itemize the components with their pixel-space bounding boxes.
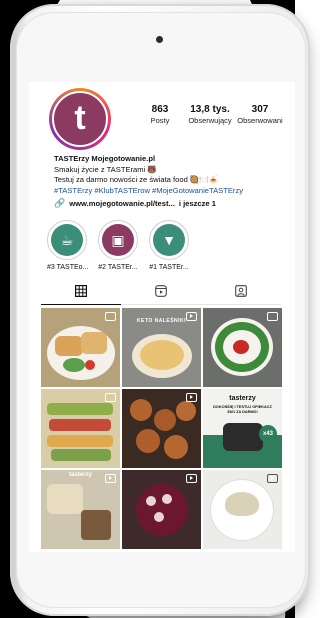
story-ring[interactable]: t bbox=[49, 88, 111, 150]
roll-image bbox=[154, 409, 176, 431]
profile-stats: 863 Posty 13,8 tys. Obserwujący 307 Obse… bbox=[137, 104, 283, 126]
cherry-image bbox=[146, 496, 156, 506]
roll-image bbox=[176, 401, 196, 421]
tagged-icon bbox=[235, 284, 247, 297]
scene: t 863 Posty 13,8 tys. Obserwujący 307 Ob… bbox=[0, 0, 310, 618]
salad-image bbox=[63, 358, 85, 372]
reel-icon bbox=[267, 474, 278, 483]
jar-image bbox=[81, 510, 111, 540]
sandwich-image bbox=[55, 336, 83, 356]
cherry-image bbox=[162, 494, 172, 504]
stat-followers-label: Obserwujący bbox=[188, 116, 232, 125]
highlight-2-cover: ▣ bbox=[102, 224, 134, 256]
pancake-image bbox=[140, 340, 184, 370]
post-tile[interactable]: tasterzy bbox=[41, 470, 120, 549]
mixer-icon: ☕ bbox=[60, 232, 74, 248]
flatbread-image bbox=[47, 484, 83, 514]
highlight-2[interactable]: ▣ #2 TASTEr... bbox=[98, 220, 138, 273]
profile-name: TASTErzy Mojegotowanie.pl bbox=[54, 154, 156, 163]
stat-following-value: 307 bbox=[251, 104, 269, 115]
stat-posts[interactable]: 863 Posty bbox=[137, 104, 183, 126]
tab-reels[interactable] bbox=[121, 280, 201, 304]
highlight-1-ring: ▼ bbox=[149, 220, 189, 260]
profile-link-more[interactable]: i jeszcze 1 bbox=[179, 199, 216, 208]
posts-grid: KETO NALEŚNIKI tasterzy DOKOŃŚIĘ I TESTU… bbox=[41, 308, 282, 549]
highlight-1-cover: ▼ bbox=[153, 224, 185, 256]
stat-followers[interactable]: 13,8 tys. Obserwujący bbox=[183, 104, 237, 126]
stat-posts-value: 863 bbox=[151, 104, 169, 115]
reel-icon bbox=[186, 474, 197, 483]
airfryer-icon: ▣ bbox=[111, 232, 125, 248]
roll-image bbox=[130, 399, 152, 421]
post-tile[interactable] bbox=[122, 389, 201, 468]
reels-icon bbox=[155, 284, 167, 297]
post-tile[interactable] bbox=[41, 308, 120, 387]
instagram-profile-screen: t 863 Posty 13,8 tys. Obserwujący 307 Ob… bbox=[29, 82, 295, 552]
post-tile[interactable] bbox=[122, 470, 201, 549]
post-tile[interactable] bbox=[41, 389, 120, 468]
carousel-icon bbox=[105, 393, 116, 402]
skewer-image bbox=[47, 435, 113, 447]
profile-avatar[interactable]: t bbox=[52, 91, 108, 147]
bowl-image bbox=[136, 484, 188, 536]
profile-bio: TASTErzy Mojegotowanie.pl Smakuj życie z… bbox=[54, 154, 294, 196]
profile-link[interactable]: 🔗 www.mojegotowanie.pl/test... i jeszcze… bbox=[54, 198, 216, 209]
bio-hashtags[interactable]: #TASTErzy #KlubTASTErow #MojeGotowanieTA… bbox=[54, 186, 294, 197]
reel-icon bbox=[186, 393, 197, 402]
tomato-image bbox=[85, 360, 95, 370]
stat-following-label: Obserwowani bbox=[237, 116, 283, 125]
highlight-2-label: #2 TASTEr... bbox=[98, 264, 138, 271]
blender-icon: ▼ bbox=[162, 232, 176, 248]
profile-header: t 863 Posty 13,8 tys. Obserwujący 307 Ob… bbox=[43, 88, 295, 154]
roll-image bbox=[136, 429, 160, 453]
stat-following[interactable]: 307 Obserwowani bbox=[237, 104, 283, 126]
tab-posts[interactable] bbox=[41, 280, 121, 305]
roll-image bbox=[164, 435, 188, 459]
skewer-image bbox=[51, 449, 111, 461]
skewer-image bbox=[49, 419, 111, 431]
grid-icon bbox=[75, 284, 88, 297]
reel-icon bbox=[105, 474, 116, 483]
story-highlights: ☕ #3 TASTEo... ▣ #2 TASTEr... ▼ #1 TASTE… bbox=[47, 220, 189, 273]
giveaway-count-badge: x43 bbox=[259, 425, 277, 443]
tab-tagged[interactable] bbox=[201, 280, 281, 304]
sandwich-image bbox=[81, 332, 107, 354]
stat-followers-value: 13,8 tys. bbox=[190, 104, 230, 115]
bio-line-1: Smakuj życie z TASTErami 🐻 bbox=[54, 164, 157, 174]
skewer-image bbox=[47, 403, 113, 415]
post-tile[interactable] bbox=[203, 308, 282, 387]
profile-tabs bbox=[41, 280, 281, 305]
dumpling-image bbox=[225, 492, 259, 516]
highlight-2-ring: ▣ bbox=[98, 220, 138, 260]
post-tile[interactable]: tasterzy DOKOŃŚIĘ I TESTUJ OPIEKACZ 3W1 … bbox=[203, 389, 282, 468]
carousel-icon bbox=[267, 312, 278, 321]
profile-link-url[interactable]: www.mojegotowanie.pl/test... bbox=[69, 199, 175, 208]
post-tile[interactable] bbox=[203, 470, 282, 549]
highlight-3-label: #3 TASTEo... bbox=[47, 264, 89, 271]
sandwich-maker-image bbox=[223, 423, 263, 451]
cherry-image bbox=[154, 512, 164, 522]
highlight-3[interactable]: ☕ #3 TASTEo... bbox=[47, 220, 89, 273]
tomato-image bbox=[233, 340, 249, 354]
post-brand: tasterzy bbox=[229, 395, 256, 402]
link-icon: 🔗 bbox=[54, 198, 66, 208]
highlight-3-cover: ☕ bbox=[51, 224, 83, 256]
stat-posts-label: Posty bbox=[150, 116, 170, 125]
bio-line-2: Testuj za darmo nowości ze świata food 🥘… bbox=[54, 175, 219, 184]
carousel-icon bbox=[105, 312, 116, 321]
highlight-3-ring: ☕ bbox=[47, 220, 87, 260]
highlight-1-label: #1 TASTEr... bbox=[149, 264, 189, 271]
reel-icon bbox=[186, 312, 197, 321]
front-camera-icon bbox=[156, 36, 163, 43]
post-tile[interactable]: KETO NALEŚNIKI bbox=[122, 308, 201, 387]
highlight-1[interactable]: ▼ #1 TASTEr... bbox=[149, 220, 189, 273]
post-caption: DOKOŃŚIĘ I TESTUJ OPIEKACZ 3W1 ZA DARMO! bbox=[213, 405, 272, 414]
